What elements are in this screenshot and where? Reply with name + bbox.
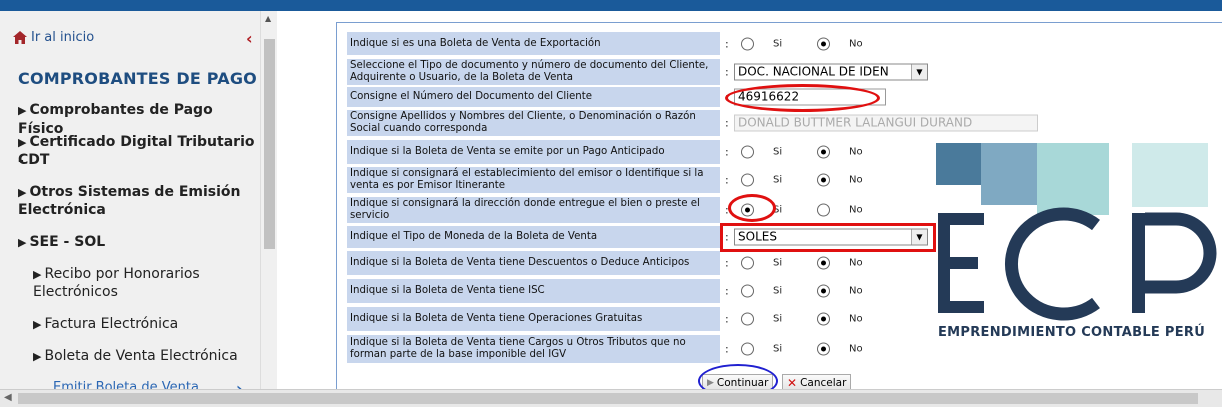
form-label: Indique si la Boleta de Venta tiene Desc… bbox=[346, 250, 721, 276]
scrollbar-thumb[interactable] bbox=[264, 39, 275, 249]
expand-triangle-icon: ▶ bbox=[33, 318, 42, 331]
sidebar-item-certificado-digital-cont[interactable]: CDT bbox=[18, 151, 49, 170]
radio-no-label: No bbox=[849, 174, 863, 186]
client-name-input: DONALD BUTTMER LALANGUI DURAND bbox=[734, 114, 1038, 132]
radio-si-label: Si bbox=[773, 146, 783, 158]
radio-si[interactable] bbox=[741, 342, 754, 356]
sidebar-menu: Ir al inicio ‹ COMPROBANTES DE PAGO ▶ Com… bbox=[0, 11, 260, 389]
radio-si-label: Si bbox=[773, 174, 783, 186]
radio-si-label: Si bbox=[773, 313, 783, 325]
sidebar-item-see-sol[interactable]: ▶ SEE - SOL bbox=[18, 233, 105, 252]
radio-no[interactable] bbox=[817, 284, 830, 298]
expand-triangle-icon: ▶ bbox=[18, 104, 27, 117]
expand-triangle-icon: ▶ bbox=[33, 268, 42, 281]
radio-si[interactable] bbox=[741, 284, 754, 298]
form-label: Indique si la Boleta de Venta tiene Oper… bbox=[346, 306, 721, 332]
highlight-ellipse-direccion-si bbox=[728, 194, 776, 222]
radio-si-label: Si bbox=[773, 285, 783, 297]
form-label: Indique si la Boleta de Venta tiene Carg… bbox=[346, 334, 721, 364]
form-label: Indique si consignará el establecimiento… bbox=[346, 166, 721, 194]
radio-no[interactable] bbox=[817, 203, 830, 217]
radio-no[interactable] bbox=[817, 312, 830, 326]
sidebar-item-factura-electronica[interactable]: ▶ Factura Electrónica bbox=[33, 315, 178, 334]
sidebar-item-otros-sistemas-cont[interactable]: Electrónica bbox=[18, 201, 106, 220]
expand-triangle-icon: ▶ bbox=[18, 186, 27, 199]
radio-no-label: No bbox=[849, 204, 863, 216]
scrollbar-thumb[interactable] bbox=[18, 393, 1198, 404]
radio-no-label: No bbox=[849, 343, 863, 355]
form-label: Indique si la Boleta de Venta se emite p… bbox=[346, 139, 721, 165]
radio-no[interactable] bbox=[817, 145, 830, 159]
highlight-ellipse-document-number bbox=[725, 84, 880, 112]
scroll-left-arrow-icon[interactable]: ◀ bbox=[4, 392, 12, 403]
scroll-up-arrow-icon[interactable]: ▲ bbox=[265, 14, 271, 23]
sidebar-item-emitir-boleta[interactable]: Emitir Boleta de Venta bbox=[53, 378, 199, 389]
radio-no-label: No bbox=[849, 146, 863, 158]
radio-no-label: No bbox=[849, 285, 863, 297]
form-row-exportacion: Indique si es una Boleta de Venta de Exp… bbox=[346, 31, 1222, 56]
form-label: Indique si consignará la dirección donde… bbox=[346, 196, 721, 224]
form-row-nombres: Consigne Apellidos y Nombres del Cliente… bbox=[346, 109, 1222, 137]
radio-si-label: Si bbox=[773, 38, 783, 49]
sidebar-item-otros-sistemas[interactable]: ▶ Otros Sistemas de Emisión bbox=[18, 183, 241, 202]
horizontal-scrollbar[interactable]: ◀ bbox=[0, 389, 1222, 407]
logo-caption: EMPRENDIMIENTO CONTABLE PERÚ bbox=[938, 325, 1206, 340]
expand-triangle-icon: ▶ bbox=[18, 136, 27, 149]
top-header-bar bbox=[0, 0, 1222, 11]
expand-triangle-icon: ▶ bbox=[18, 236, 27, 249]
radio-si-label: Si bbox=[773, 343, 783, 355]
form-label: Seleccione el Tipo de documento y número… bbox=[346, 58, 721, 86]
dropdown-arrow-icon: ▼ bbox=[911, 64, 927, 80]
home-link[interactable]: Ir al inicio bbox=[13, 30, 94, 45]
radio-si[interactable] bbox=[741, 256, 754, 270]
radio-no-label: No bbox=[849, 257, 863, 269]
radio-si-label: Si bbox=[773, 257, 783, 269]
highlight-rect-currency bbox=[720, 223, 936, 252]
radio-si[interactable] bbox=[741, 145, 754, 159]
sidebar-item-recibo-honorarios-cont[interactable]: Electrónicos bbox=[33, 283, 118, 302]
form-label: Consigne el Número del Documento del Cli… bbox=[346, 86, 721, 108]
home-link-label: Ir al inicio bbox=[31, 30, 95, 45]
collapse-sidebar-icon[interactable]: ‹ bbox=[246, 29, 253, 48]
radio-si[interactable] bbox=[741, 173, 754, 187]
close-icon: ✕ bbox=[787, 375, 798, 390]
radio-no[interactable] bbox=[817, 37, 830, 50]
sidebar-section-title: COMPROBANTES DE PAGO bbox=[18, 69, 257, 88]
expand-triangle-icon: ▶ bbox=[33, 350, 42, 363]
sidebar-item-boleta-venta[interactable]: ▶ Boleta de Venta Electrónica bbox=[33, 347, 238, 366]
home-icon bbox=[13, 31, 27, 44]
sidebar-vertical-scrollbar[interactable]: ▲ bbox=[260, 11, 277, 389]
form-label: Indique si la Boleta de Venta tiene ISC bbox=[346, 278, 721, 304]
form-label: Indique el Tipo de Moneda de la Boleta d… bbox=[346, 225, 721, 249]
radio-si[interactable] bbox=[741, 37, 754, 50]
radio-no[interactable] bbox=[817, 173, 830, 187]
form-row-tipo-documento: Seleccione el Tipo de documento y número… bbox=[346, 58, 1222, 86]
document-type-select[interactable]: DOC. NACIONAL DE IDEN ▼ bbox=[734, 63, 928, 81]
form-label: Indique si es una Boleta de Venta de Exp… bbox=[346, 31, 721, 56]
radio-no[interactable] bbox=[817, 256, 830, 270]
radio-no[interactable] bbox=[817, 342, 830, 356]
radio-no-label: No bbox=[849, 313, 863, 325]
sidebar-item-recibo-honorarios[interactable]: ▶ Recibo por Honorarios bbox=[33, 265, 200, 284]
radio-no-label: No bbox=[849, 38, 863, 49]
sidebar-item-certificado-digital[interactable]: ▶ Certificado Digital Tributario - bbox=[18, 133, 260, 171]
radio-si[interactable] bbox=[741, 312, 754, 326]
form-label: Consigne Apellidos y Nombres del Cliente… bbox=[346, 109, 721, 137]
chevron-right-icon: › bbox=[236, 379, 243, 389]
